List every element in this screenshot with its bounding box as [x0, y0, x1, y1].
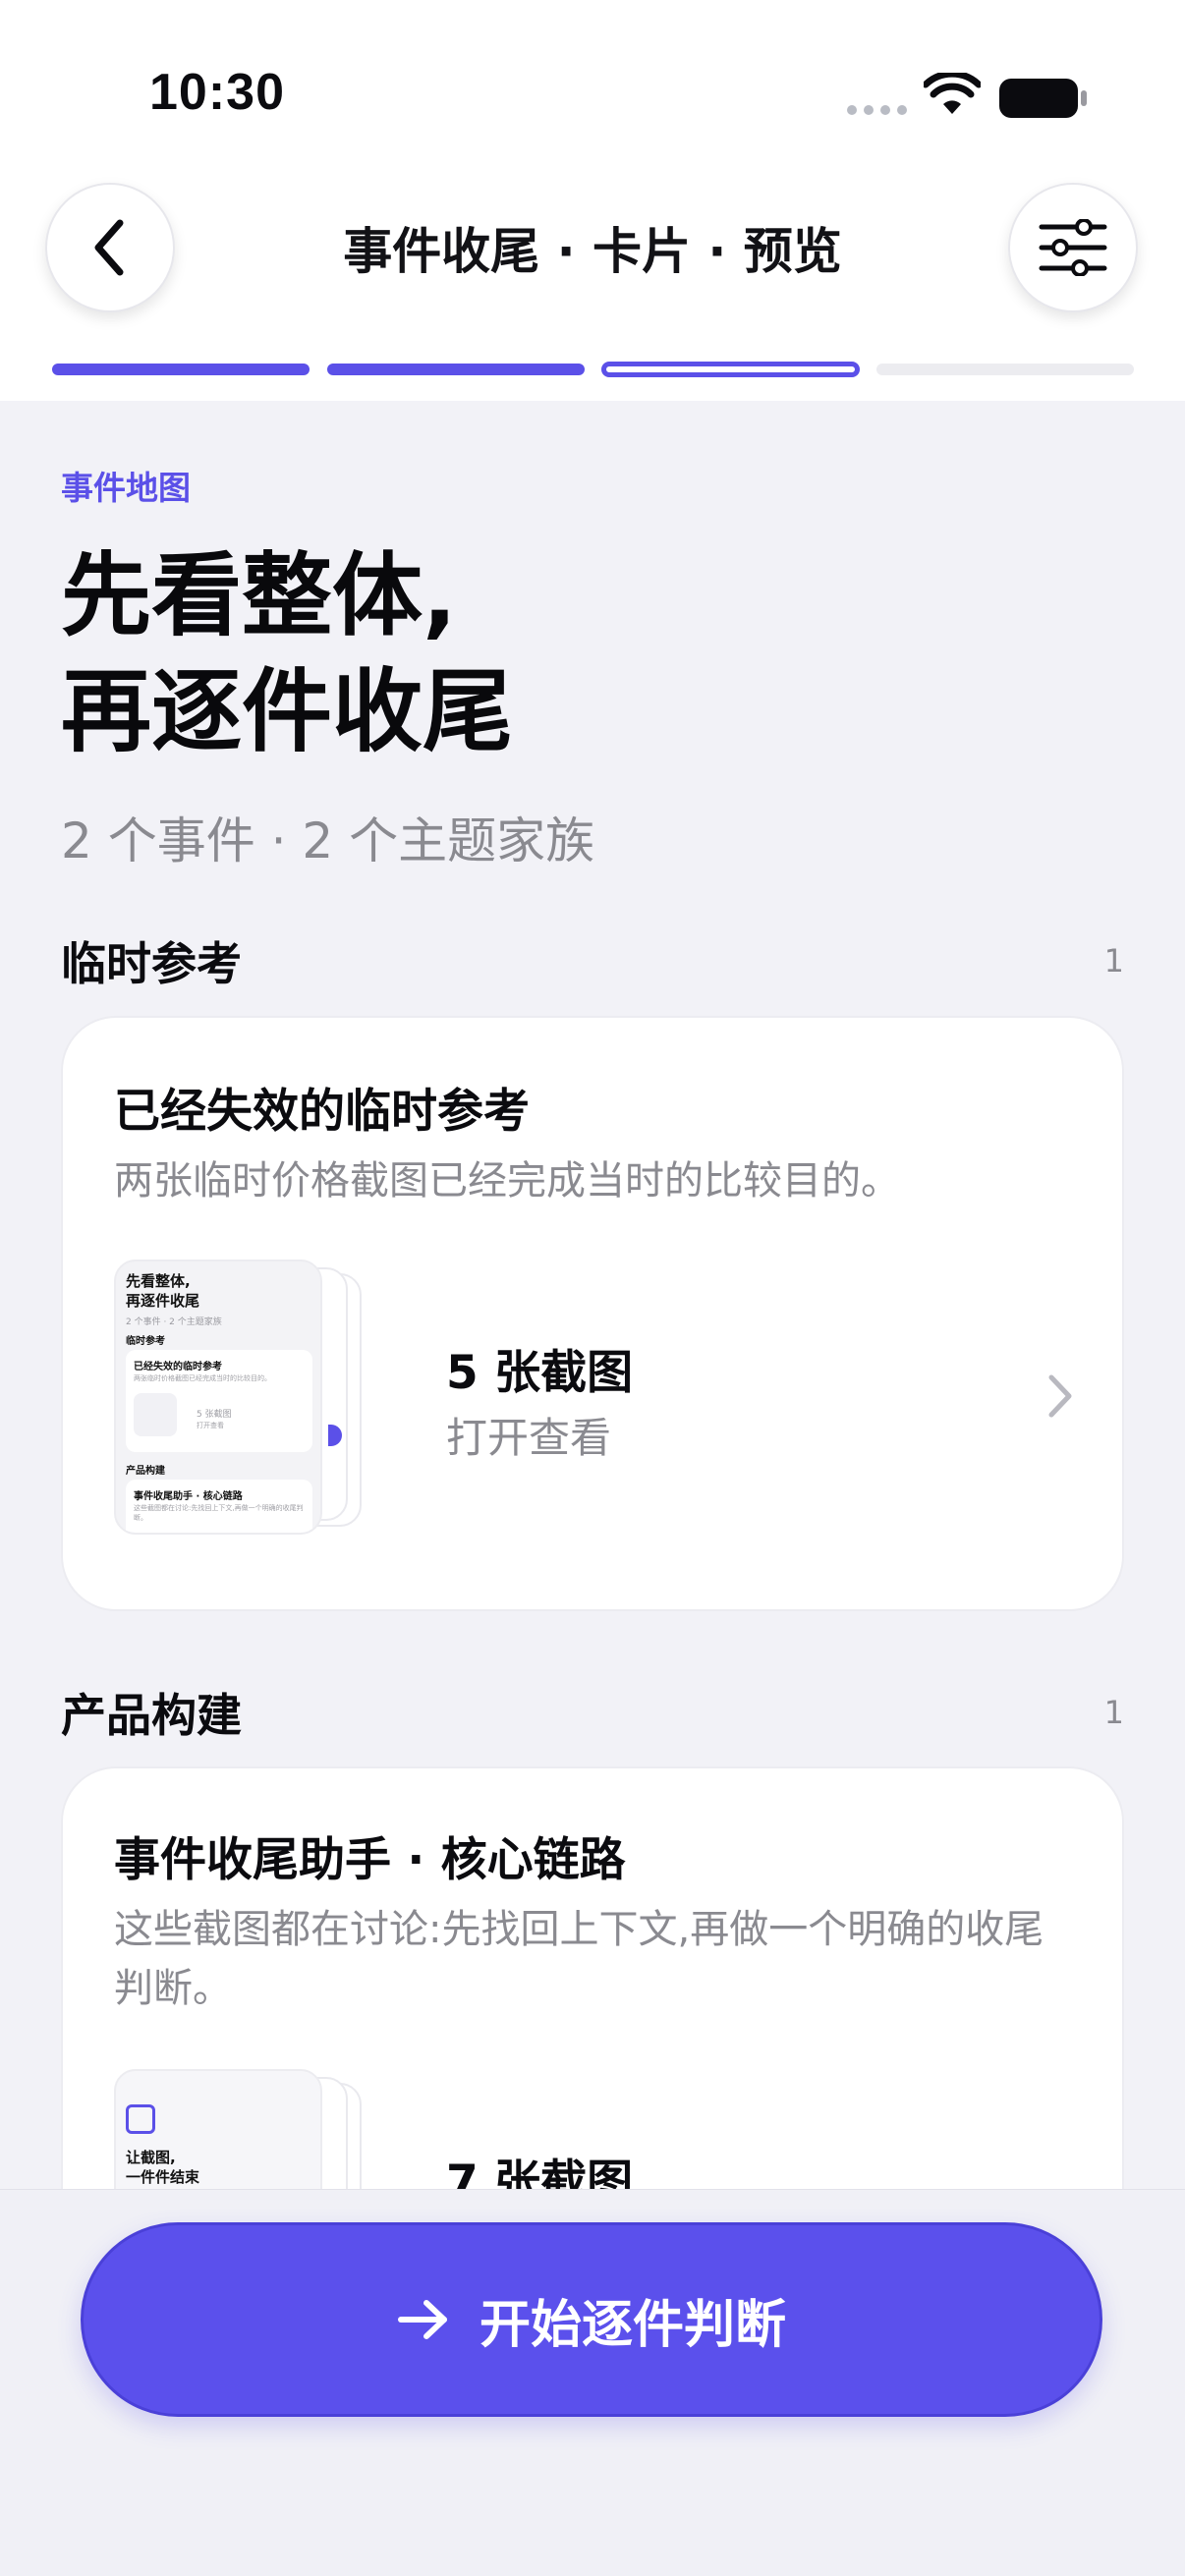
section-title: 临时参考: [61, 937, 242, 990]
section-count: 1: [1103, 942, 1124, 980]
thumb-app-icon: [126, 2104, 155, 2134]
card-description: 这些截图都在讨论:先找回上下文,再做一个明确的收尾判断。: [114, 1907, 1044, 2011]
battery-icon: [999, 79, 1087, 118]
thumb-card-1-image: [134, 1393, 177, 1436]
screenshot-thumbnail-stack[interactable]: 先看整体, 再逐件收尾 2 个事件 · 2 个主题家族 临时参考 已经失效的临时…: [114, 1260, 369, 1535]
thumb-card-1-desc: 两张临时价格截图已经完成当时的比较目的。: [134, 1374, 271, 1382]
filter-button[interactable]: [1008, 183, 1138, 312]
start-judging-button[interactable]: 开始逐件判断: [81, 2222, 1102, 2417]
summary-subline: 2 个事件 · 2 个主题家族: [61, 812, 595, 869]
thumb-headline-1: 让截图,: [126, 2149, 176, 2166]
thumb-card-2-desc: 这些截图都在讨论:先找回上下文,再做一个明确的收尾判断。: [134, 1504, 304, 1522]
screenshot-count: 5 张截图: [446, 1346, 634, 1400]
thumb-section-1: 临时参考: [126, 1336, 165, 1347]
status-indicators: [847, 71, 1093, 122]
arrow-right-icon: [397, 2298, 450, 2341]
progress-step-1: [52, 364, 310, 375]
open-view-link[interactable]: 打开查看: [446, 1405, 611, 1465]
step-progress: [52, 362, 1134, 379]
section-count: 1: [1103, 1694, 1124, 1731]
section-title: 产品构建: [61, 1689, 242, 1742]
progress-step-4: [876, 364, 1134, 375]
headline: 先看整体, 再逐件收尾: [61, 538, 513, 770]
back-button[interactable]: [45, 183, 175, 312]
eyebrow-label: 事件地图: [61, 469, 191, 507]
thumb-subline: 2 个事件 · 2 个主题家族: [126, 1317, 222, 1327]
chevron-left-icon: [94, 219, 124, 276]
thumb-card-1-title: 已经失效的临时参考: [134, 1362, 222, 1372]
top-header: 10:30 事件收尾 · 卡片 · 预览: [0, 0, 1185, 401]
card-description: 两张临时价格截图已经完成当时的比较目的。: [114, 1158, 900, 1204]
status-time: 10:30: [149, 64, 285, 121]
thumb-headline-1: 先看整体,: [126, 1272, 191, 1290]
sliders-icon: [1039, 219, 1107, 276]
card-title: 事件收尾助手 · 核心链路: [114, 1833, 626, 1887]
thumb-card-1-count: 5 张截图: [197, 1410, 232, 1420]
thumb-headline-2: 再逐件收尾: [126, 1292, 200, 1310]
headline-line-2: 再逐件收尾: [61, 659, 514, 764]
chevron-right-icon: [1048, 1374, 1072, 1418]
thumb-card-2-title: 事件收尾助手 · 核心链路: [134, 1491, 243, 1502]
progress-step-2: [327, 364, 585, 375]
headline-line-1: 先看整体,: [61, 543, 457, 648]
thumb-section-2: 产品构建: [126, 1466, 165, 1477]
signal-dots-icon: [847, 100, 914, 119]
thumb-card-2: 事件收尾助手 · 核心链路 这些截图都在讨论:先找回上下文,再做一个明确的收尾判…: [126, 1480, 312, 1533]
start-judging-label: 开始逐件判断: [479, 2295, 786, 2355]
thumb-card-1-action: 打开查看: [197, 1422, 224, 1429]
thumb-headline-2: 一件件结束: [126, 2168, 200, 2186]
section-header-product: 产品构建 1: [61, 1680, 1124, 1745]
card-title: 已经失效的临时参考: [114, 1085, 530, 1139]
thumb-preview: 先看整体, 再逐件收尾 2 个事件 · 2 个主题家族 临时参考 已经失效的临时…: [114, 1260, 322, 1535]
event-card-temporary[interactable]: 已经失效的临时参考 两张临时价格截图已经完成当时的比较目的。 先看整体, 再逐件…: [61, 1016, 1124, 1611]
page-title: 事件收尾 · 卡片 · 预览: [343, 223, 842, 280]
section-header-temporary: 临时参考 1: [61, 928, 1124, 993]
progress-step-3-current: [601, 362, 860, 377]
thumb-card-1: 已经失效的临时参考 两张临时价格截图已经完成当时的比较目的。 5 张截图 打开查…: [126, 1350, 312, 1452]
wifi-icon: [924, 73, 981, 114]
